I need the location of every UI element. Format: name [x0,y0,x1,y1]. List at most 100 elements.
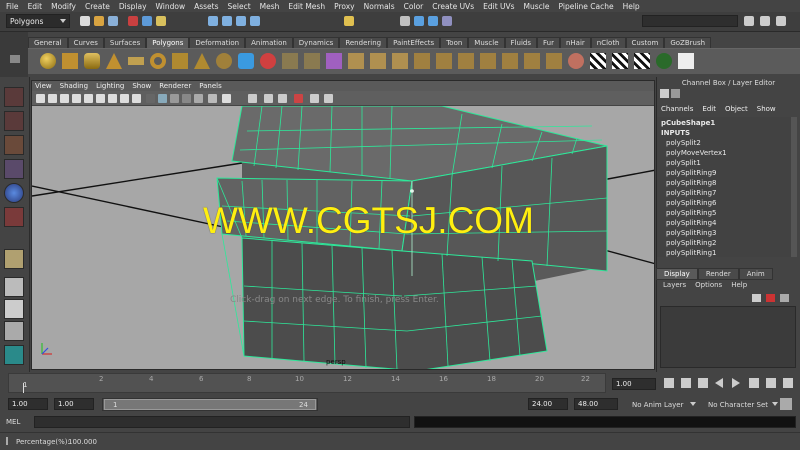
quick-select-field[interactable] [642,15,738,27]
snap-grid-icon[interactable] [208,16,218,26]
menu-modify[interactable]: Modify [51,2,76,11]
xray-joints-icon[interactable] [264,94,273,103]
wireframe-on-shaded-icon[interactable] [170,94,179,103]
smooth-shade-icon[interactable] [158,94,167,103]
select-manipulator-icon[interactable] [294,94,303,103]
history-icon[interactable] [344,16,354,26]
separate-icon[interactable] [260,53,276,69]
bookmarks-icon[interactable] [60,94,69,103]
layer-editor-tab-icon[interactable] [671,89,680,98]
film-gate-icon[interactable] [96,94,105,103]
xray-icon[interactable] [222,94,231,103]
grid-icon[interactable] [84,94,93,103]
rotate-tool-icon[interactable] [4,183,24,203]
input-node[interactable]: polySplitRing1 [666,249,716,257]
menu-create-uvs[interactable]: Create UVs [432,2,474,11]
safe-action-icon[interactable] [120,94,129,103]
playback-end-field[interactable]: 24.00 [528,398,568,410]
four-view-layout-icon[interactable] [4,299,24,319]
bevel-icon[interactable] [502,53,518,69]
select-object-icon[interactable] [142,16,152,26]
sculpt-icon[interactable] [568,53,584,69]
wedge-icon[interactable] [546,53,562,69]
poly-torus-icon[interactable] [150,53,166,69]
play-forwards-icon[interactable] [732,378,740,388]
use-all-lights-icon[interactable] [194,94,203,103]
open-scene-icon[interactable] [94,16,104,26]
cb-menu-channels[interactable]: Channels [661,105,693,113]
channel-box-scrollbar[interactable] [791,117,797,257]
input-node[interactable]: polySplitRing5 [666,209,716,217]
tool-settings-toggle-icon[interactable] [760,16,770,26]
select-camera-icon[interactable] [36,94,45,103]
menu-mesh[interactable]: Mesh [260,2,280,11]
input-node[interactable]: polySplitRing2 [666,239,716,247]
poly-sphere-icon[interactable] [40,53,56,69]
paint-select-tool-icon[interactable] [4,135,24,155]
vp-menu-shading[interactable]: Shading [60,82,88,90]
poly-plane-icon[interactable] [128,57,144,65]
character-set-label[interactable]: No Character Set [708,401,768,409]
step-back-frame-icon[interactable] [698,378,708,388]
layer-menu-help[interactable]: Help [731,281,747,289]
play-backwards-icon[interactable] [715,378,723,388]
render-settings-icon[interactable] [442,16,452,26]
poly-cube-icon[interactable] [62,53,78,69]
step-forward-frame-icon[interactable] [749,378,759,388]
lasso-tool-icon[interactable] [4,111,24,131]
command-language-label[interactable]: MEL [6,418,20,426]
input-node[interactable]: polySplit2 [666,139,701,147]
channel-box-toggle-icon[interactable] [776,16,786,26]
range-slider-handle[interactable]: 1 24 [104,399,316,410]
tab-surfaces[interactable]: Surfaces [103,37,147,48]
input-node[interactable]: polySplitRing3 [666,229,716,237]
bridge-icon[interactable] [370,53,386,69]
vp-menu-show[interactable]: Show [132,82,151,90]
menu-edit-uvs[interactable]: Edit UVs [483,2,514,11]
anim-end-field[interactable]: 48.00 [574,398,618,410]
menu-edit[interactable]: Edit [28,2,43,11]
go-to-end-icon[interactable] [783,378,793,388]
layer-tab-render[interactable]: Render [697,268,739,280]
menu-edit-mesh[interactable]: Edit Mesh [288,2,325,11]
step-back-key-icon[interactable] [681,378,691,388]
current-frame-field[interactable]: 1.00 [612,378,656,390]
snap-plane-icon[interactable] [250,16,260,26]
menu-normals[interactable]: Normals [364,2,395,11]
vp-menu-panels[interactable]: Panels [199,82,222,90]
wireframe-icon[interactable] [146,94,155,103]
input-node[interactable]: polySplit1 [666,159,701,167]
save-scene-icon[interactable] [108,16,118,26]
tab-dynamics[interactable]: Dynamics [292,37,340,48]
cylindrical-map-icon[interactable] [612,53,628,69]
tab-deformation[interactable]: Deformation [189,37,246,48]
tab-general[interactable]: General [28,37,68,48]
split-polygon-tool-icon[interactable] [4,249,24,269]
new-scene-icon[interactable] [80,16,90,26]
render-current-icon[interactable] [414,16,424,26]
poly-pyramid-icon[interactable] [194,53,210,69]
vp-menu-view[interactable]: View [35,82,52,90]
anim-layer-label[interactable]: No Anim Layer [632,401,683,409]
uv-texture-editor-icon[interactable] [656,53,672,69]
menu-help[interactable]: Help [623,2,640,11]
menu-window[interactable]: Window [156,2,186,11]
hypershade-layout-icon[interactable] [4,345,24,365]
tab-polygons[interactable]: Polygons [146,37,190,48]
textured-icon[interactable] [182,94,191,103]
cb-menu-object[interactable]: Object [725,105,748,113]
new-layer-icon[interactable] [752,294,761,302]
render-view-icon[interactable] [400,16,410,26]
menu-assets[interactable]: Assets [194,2,218,11]
poly-cylinder-icon[interactable] [84,53,100,69]
snap-curve-icon[interactable] [222,16,232,26]
smooth-icon[interactable] [304,53,320,69]
shape-node-name[interactable]: pCubeShape1 [661,119,715,127]
menu-select[interactable]: Select [228,2,251,11]
resolution-gate-icon[interactable] [108,94,117,103]
poke-icon[interactable] [524,53,540,69]
planar-map-icon[interactable] [590,53,606,69]
cb-menu-show[interactable]: Show [757,105,776,113]
append-polygon-icon[interactable] [392,53,408,69]
gozbrush-icon[interactable] [678,53,694,69]
